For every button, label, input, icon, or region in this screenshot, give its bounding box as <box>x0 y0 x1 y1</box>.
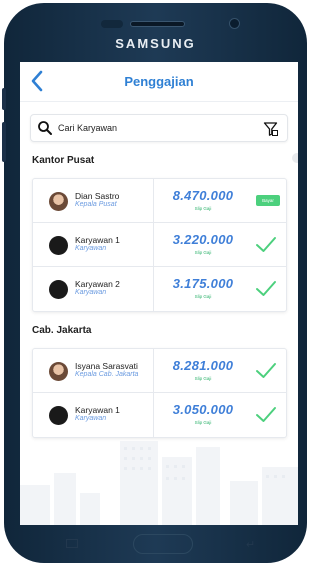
speaker-grille <box>130 21 185 27</box>
search-input[interactable]: Cari Karyawan <box>58 123 117 133</box>
employee-role: Karyawan <box>75 415 107 422</box>
avatar <box>49 192 68 211</box>
back-nav-icon[interactable]: ↵ <box>246 538 255 551</box>
employee-name: Karyawan 1 <box>75 405 120 415</box>
column-divider <box>153 393 154 437</box>
avatar <box>49 362 68 381</box>
city-skyline-background <box>20 441 298 525</box>
salary-amount: 8.281.000 <box>172 358 234 373</box>
employee-card: Isyana Sarasvati Kepala Cab. Jakarta 8.2… <box>32 348 287 438</box>
salary-amount: 3.220.000 <box>172 232 234 247</box>
salary-slip-link[interactable]: Slip Gaji <box>163 376 243 381</box>
employee-name: Isyana Sarasvati <box>75 361 138 371</box>
power-button <box>2 122 6 162</box>
filter-icon[interactable] <box>263 121 279 137</box>
check-icon <box>256 281 276 296</box>
employee-role: Karyawan <box>75 245 107 252</box>
column-divider <box>153 267 154 311</box>
avatar <box>49 280 68 299</box>
employee-name: Karyawan 2 <box>75 279 120 289</box>
front-camera <box>229 18 240 29</box>
avatar <box>49 236 68 255</box>
column-divider <box>153 179 154 222</box>
search-bar[interactable]: Cari Karyawan <box>30 114 288 142</box>
column-divider <box>153 223 154 266</box>
page-title: Penggajian <box>124 74 194 89</box>
salary-amount: 8.470.000 <box>172 188 234 203</box>
table-row[interactable]: Karyawan 1 Karyawan 3.220.000 Slip Gaji <box>33 223 286 267</box>
app-screen: Penggajian Cari Karyawan Kantor Pusat Di… <box>20 62 298 525</box>
pay-button[interactable]: Bayar <box>256 195 280 206</box>
section-title-cab-jakarta: Cab. Jakarta <box>32 325 92 336</box>
recent-apps-icon[interactable] <box>66 539 78 548</box>
salary-slip-link[interactable]: Slip Gaji <box>163 294 243 299</box>
volume-button <box>2 88 6 110</box>
table-row[interactable]: Dian Sastro Kepala Pusat 8.470.000 Slip … <box>33 179 286 223</box>
avatar <box>49 406 68 425</box>
employee-card: Dian Sastro Kepala Pusat 8.470.000 Slip … <box>32 178 287 312</box>
check-icon <box>256 363 276 378</box>
check-icon <box>256 407 276 422</box>
home-button[interactable] <box>133 534 193 554</box>
employee-name: Dian Sastro <box>75 191 120 201</box>
table-row[interactable]: Karyawan 2 Karyawan 3.175.000 Slip Gaji <box>33 267 286 311</box>
check-icon <box>256 237 276 252</box>
search-icon <box>38 121 52 135</box>
table-row[interactable]: Karyawan 1 Karyawan 3.050.000 Slip Gaji <box>33 393 286 437</box>
sensor <box>101 20 123 28</box>
salary-slip-link[interactable]: Slip Gaji <box>163 420 243 425</box>
employee-role: Karyawan <box>75 289 107 296</box>
device-brand: SAMSUNG <box>115 36 196 51</box>
employee-name: Karyawan 1 <box>75 235 120 245</box>
table-row[interactable]: Isyana Sarasvati Kepala Cab. Jakarta 8.2… <box>33 349 286 393</box>
scroll-indicator[interactable] <box>292 153 298 163</box>
employee-role: Kepala Cab. Jakarta <box>75 371 139 378</box>
salary-amount: 3.050.000 <box>172 402 234 417</box>
salary-slip-link[interactable]: Slip Gaji <box>163 250 243 255</box>
salary-amount: 3.175.000 <box>172 276 234 291</box>
employee-role: Kepala Pusat <box>75 201 117 208</box>
section-title-kantor-pusat: Kantor Pusat <box>32 155 95 166</box>
salary-slip-link[interactable]: Slip Gaji <box>163 206 243 211</box>
app-bar: Penggajian <box>20 62 298 102</box>
column-divider <box>153 349 154 392</box>
